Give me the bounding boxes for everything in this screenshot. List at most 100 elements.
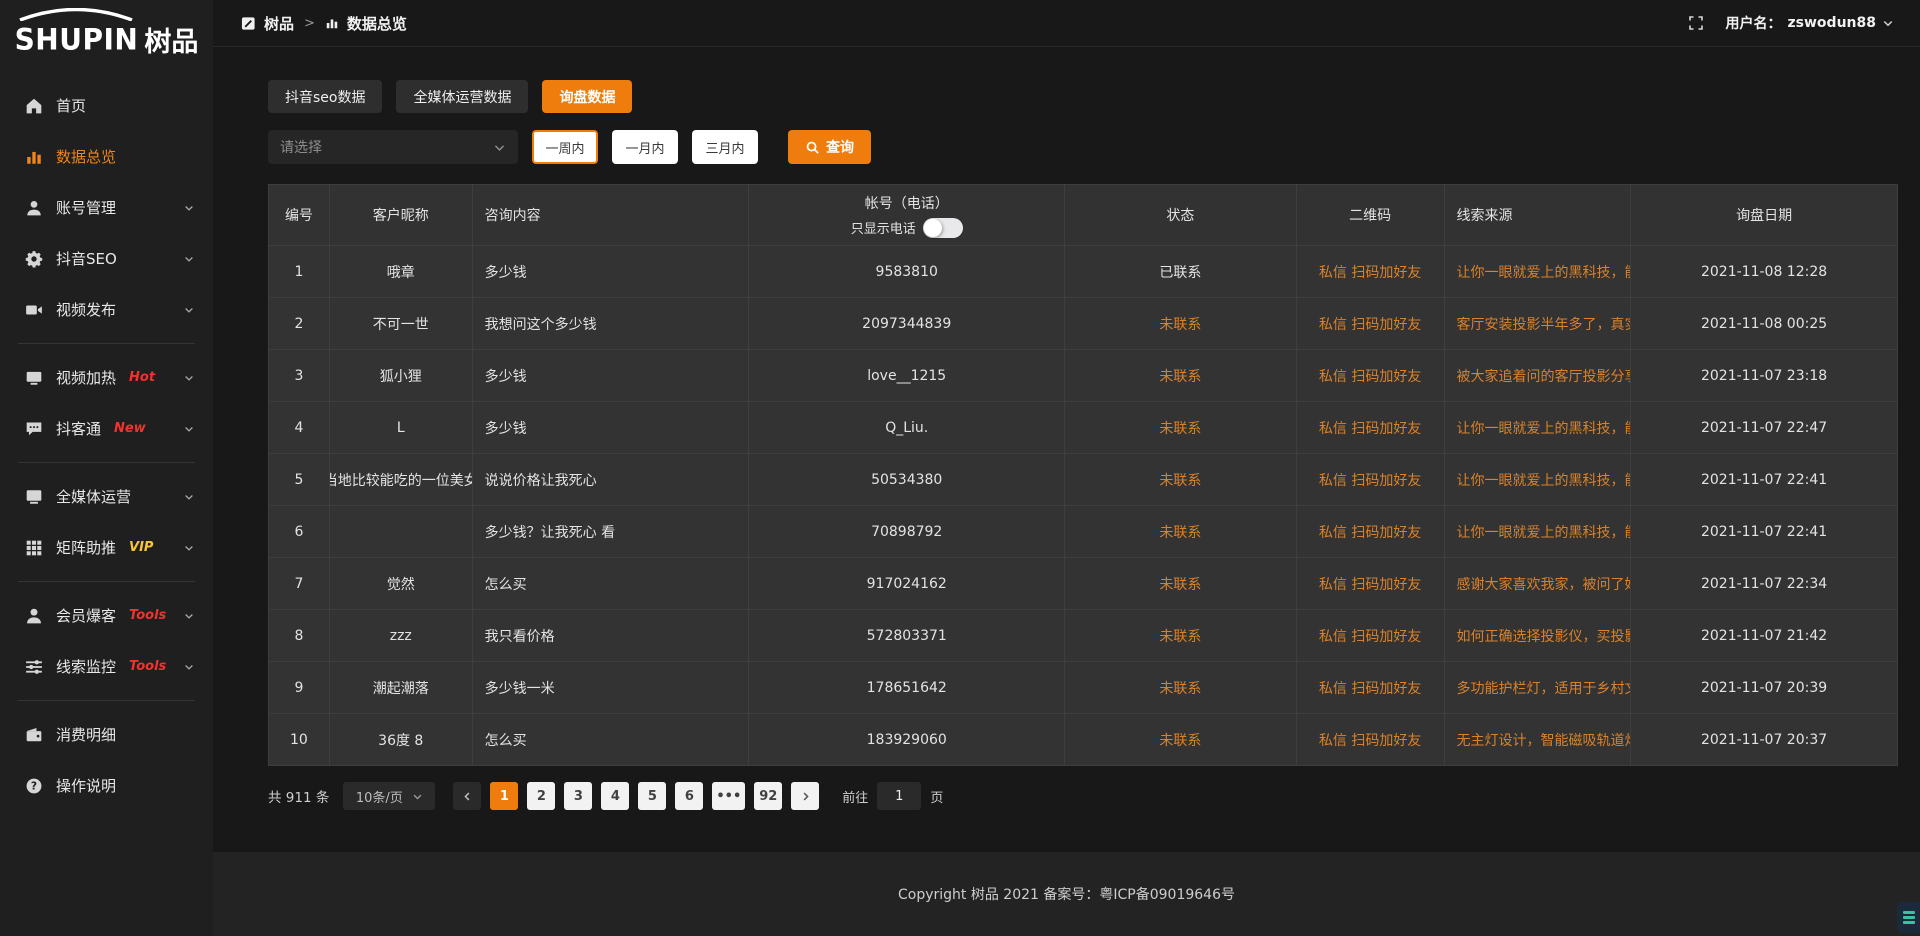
- cell-status: 已联系: [1065, 246, 1297, 297]
- cell-inquiry-date: 2021-11-07 22:41: [1631, 454, 1897, 505]
- sliders-icon: [24, 657, 43, 676]
- cell-lead-source-link[interactable]: 让你一眼就爱上的黑科技，能...: [1445, 454, 1632, 505]
- cell-lead-source-link[interactable]: 被大家追着问的客厅投影分享...: [1445, 350, 1632, 401]
- cell-index: 10: [269, 714, 330, 765]
- cell-qrcode-link[interactable]: 私信 扫码加好友: [1297, 662, 1445, 713]
- home-icon: [24, 96, 43, 115]
- cell-qrcode-link[interactable]: 私信 扫码加好友: [1297, 454, 1445, 505]
- cell-status: 未联系: [1065, 610, 1297, 661]
- cell-lead-source-link[interactable]: 无主灯设计，智能磁吸轨道灯...: [1445, 714, 1632, 765]
- page-button-4[interactable]: 4: [601, 782, 629, 810]
- sidebar-item-bar-chart[interactable]: 数据总览: [0, 131, 213, 182]
- phone-toggle-row: 只显示电话: [851, 218, 963, 238]
- page-size-select[interactable]: 10条/页: [343, 782, 435, 810]
- page-button-92[interactable]: 92: [754, 782, 782, 810]
- range-button[interactable]: 一月内: [612, 130, 678, 164]
- cell-status: 未联系: [1065, 506, 1297, 557]
- sidebar-item-home[interactable]: 首页: [0, 80, 213, 131]
- page-button-1[interactable]: 1: [490, 782, 518, 810]
- table-row: 6多少钱？让我死心 看70898792未联系私信 扫码加好友让你一眼就爱上的黑科…: [269, 505, 1897, 557]
- cell-message: 我想问这个多少钱: [473, 298, 750, 349]
- cell-qrcode-link[interactable]: 私信 扫码加好友: [1297, 506, 1445, 557]
- cell-qrcode-link[interactable]: 私信 扫码加好友: [1297, 402, 1445, 453]
- prev-page-button[interactable]: [453, 782, 481, 810]
- goto-label: 前往: [842, 787, 868, 806]
- sidebar-item-help[interactable]: ?操作说明: [0, 760, 213, 811]
- cell-lead-source-link[interactable]: 让你一眼就爱上的黑科技，能...: [1445, 246, 1632, 297]
- page-button-3[interactable]: 3: [564, 782, 592, 810]
- range-buttons: 一周内一月内三月内: [518, 130, 758, 164]
- sidebar-item-member[interactable]: 会员爆客Tools: [0, 590, 213, 641]
- chevron-down-icon: [183, 491, 195, 503]
- sidebar-item-label: 消费明细: [56, 724, 116, 745]
- cell-lead-source-link[interactable]: 感谢大家喜欢我家，被问了好...: [1445, 558, 1632, 609]
- range-button[interactable]: 一周内: [532, 130, 598, 164]
- filter-select[interactable]: 请选择: [268, 130, 518, 164]
- page-button-2[interactable]: 2: [527, 782, 555, 810]
- tab-全媒体运营数据[interactable]: 全媒体运营数据: [396, 80, 528, 113]
- sidebar-item-video-camera[interactable]: 视频发布: [0, 284, 213, 335]
- tab-抖音seo数据[interactable]: 抖音seo数据: [268, 80, 382, 113]
- floating-widget[interactable]: [1897, 902, 1920, 933]
- chevron-down-icon: [493, 141, 506, 154]
- page-button-5[interactable]: 5: [638, 782, 666, 810]
- table-header-row: 编号客户昵称咨询内容帐号（电话）只显示电话状态二维码线索来源询盘日期: [269, 185, 1897, 245]
- search-button-label: 查询: [826, 137, 854, 157]
- chevron-down-icon: [183, 372, 195, 384]
- cell-account: 50534380: [749, 454, 1065, 505]
- username-label: 用户名：: [1726, 13, 1782, 33]
- monitor-icon: [24, 368, 43, 387]
- sidebar-item-label: 首页: [56, 95, 86, 116]
- cell-qrcode-link[interactable]: 私信 扫码加好友: [1297, 298, 1445, 349]
- screen-icon: [24, 487, 43, 506]
- cell-qrcode-link[interactable]: 私信 扫码加好友: [1297, 714, 1445, 765]
- sidebar-item-monitor[interactable]: 视频加热Hot: [0, 352, 213, 403]
- cell-lead-source-link[interactable]: 让你一眼就爱上的黑科技，能...: [1445, 506, 1632, 557]
- sidebar-item-screen[interactable]: 全媒体运营: [0, 471, 213, 522]
- chevron-left-icon: [462, 791, 473, 802]
- sidebar-item-wallet[interactable]: 消费明细: [0, 709, 213, 760]
- sidebar-item-grid[interactable]: 矩阵助推VIP: [0, 522, 213, 573]
- cell-status: 未联系: [1065, 402, 1297, 453]
- logo: SHUPIN 树品: [0, 8, 213, 70]
- next-page-button[interactable]: [791, 782, 819, 810]
- range-button[interactable]: 三月内: [692, 130, 758, 164]
- page-button-•••[interactable]: •••: [712, 782, 745, 810]
- sidebar-item-user[interactable]: 账号管理: [0, 182, 213, 233]
- table-body: 1哦章多少钱9583810已联系私信 扫码加好友让你一眼就爱上的黑科技，能...…: [269, 245, 1897, 765]
- sidebar-item-label: 线索监控: [56, 656, 116, 677]
- user-menu[interactable]: 用户名：zswodun88: [1726, 13, 1894, 33]
- menu-divider: [18, 700, 195, 701]
- column-header: 咨询内容: [473, 185, 750, 245]
- table-row: 7觉然怎么买917024162未联系私信 扫码加好友感谢大家喜欢我家，被问了好.…: [269, 557, 1897, 609]
- sidebar-item-sliders[interactable]: 线索监控Tools: [0, 641, 213, 692]
- breadcrumb-root[interactable]: 树品: [264, 13, 294, 34]
- page-button-6[interactable]: 6: [675, 782, 703, 810]
- cell-qrcode-link[interactable]: 私信 扫码加好友: [1297, 350, 1445, 401]
- cell-lead-source-link[interactable]: 客厅安装投影半年多了，真实...: [1445, 298, 1632, 349]
- goto-page-input[interactable]: 1: [877, 782, 921, 810]
- cell-qrcode-link[interactable]: 私信 扫码加好友: [1297, 610, 1445, 661]
- tab-询盘数据[interactable]: 询盘数据: [542, 80, 632, 113]
- cell-qrcode-link[interactable]: 私信 扫码加好友: [1297, 558, 1445, 609]
- cell-lead-source-link[interactable]: 多功能护栏灯，适用于乡村文...: [1445, 662, 1632, 713]
- video-camera-icon: [25, 301, 43, 319]
- cell-message: 说说价格让我死心: [473, 454, 750, 505]
- fullscreen-icon[interactable]: [1688, 15, 1704, 31]
- cell-lead-source-link[interactable]: 如何正确选择投影仪，买投影...: [1445, 610, 1632, 661]
- search-button[interactable]: 查询: [788, 130, 871, 164]
- cell-lead-source-link[interactable]: 让你一眼就爱上的黑科技，能...: [1445, 402, 1632, 453]
- sidebar-item-chat[interactable]: 抖客通New: [0, 403, 213, 454]
- filter-select-placeholder: 请选择: [280, 137, 322, 157]
- chevron-down-icon: [183, 661, 195, 673]
- sidebar-item-gear[interactable]: 抖音SEO: [0, 233, 213, 284]
- footer: Copyright 树品 2021 备案号：粤ICP备09019646号: [213, 852, 1920, 936]
- cell-message: 多少钱: [473, 246, 750, 297]
- cell-qrcode-link[interactable]: 私信 扫码加好友: [1297, 246, 1445, 297]
- chevron-down-icon: [183, 661, 195, 673]
- sidebar-item-label: 矩阵助推: [56, 537, 116, 558]
- cell-index: 1: [269, 246, 330, 297]
- phone-only-toggle[interactable]: [923, 218, 963, 238]
- chevron-down-icon: [183, 491, 195, 503]
- help-icon: ?: [24, 776, 43, 795]
